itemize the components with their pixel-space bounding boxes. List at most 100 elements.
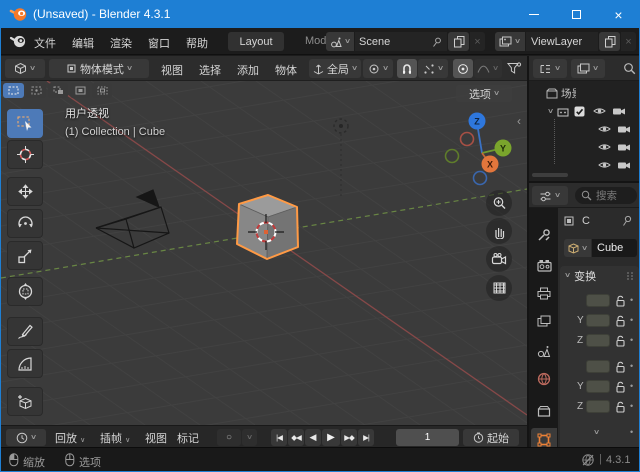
tool-cursor[interactable] [7,140,43,169]
tab-tool[interactable] [531,223,557,247]
value-slider[interactable] [586,380,610,393]
lock-icon[interactable] [615,334,626,347]
hide-eye-icon[interactable] [598,124,611,134]
outliner-row-object-1[interactable] [529,121,640,137]
playback-menu[interactable]: 回放 ∨ [55,430,85,446]
object-name-field[interactable]: Cube [592,239,637,257]
hide-eye-icon[interactable] [598,142,611,152]
outliner-row-object-2[interactable] [529,139,640,155]
animate-dot[interactable]: • [630,402,633,411]
tool-annotate[interactable] [7,317,43,346]
animate-dot[interactable]: • [630,382,633,391]
zoom-view-button[interactable] [486,190,512,216]
outliner-display-mode-button[interactable]: ∨ [571,59,605,78]
gizmo-axis-neg-z[interactable] [474,172,487,185]
proportional-edit-toggle[interactable] [453,59,473,78]
select-mode-extend[interactable] [26,83,46,98]
select-mode-intersect[interactable] [92,83,112,98]
current-frame-field[interactable]: 1 [396,429,459,446]
network-offline-icon[interactable] [581,453,595,467]
next-keyframe-button[interactable]: ▶◆ [341,429,357,446]
tab-render[interactable] [531,253,557,277]
tool-measure[interactable] [7,349,43,378]
hide-eye-icon[interactable] [598,160,611,170]
render-camera-icon[interactable] [617,142,631,152]
pivot-dropdown[interactable]: ∨ [363,59,393,78]
viewlayer-new-button[interactable] [599,32,620,51]
panel-drag-dots-icon[interactable] [626,271,634,281]
menu-help[interactable]: 帮助 [186,35,208,51]
lock-icon[interactable] [615,380,626,393]
menu-render[interactable]: 渲染 [110,35,132,51]
toggle-ortho-button[interactable] [486,275,512,301]
animate-dot[interactable]: • [630,428,633,437]
select-mode-subtract[interactable] [48,83,68,98]
camera-object[interactable] [96,190,169,248]
transform-panel-header[interactable]: ∨ 变换 [560,266,639,285]
animate-dot[interactable]: • [630,316,633,325]
render-camera-icon[interactable] [617,160,631,170]
tool-transform[interactable] [7,277,43,306]
autokey-settings-dropdown[interactable]: ∨ [242,429,257,446]
scene-unlink-button[interactable]: × [470,32,485,51]
tab-collection[interactable] [531,399,557,423]
tool-move[interactable] [7,177,43,206]
menu-select[interactable]: 选择 [199,62,221,78]
cube-object[interactable] [237,195,298,259]
tab-world[interactable] [531,367,557,391]
hide-eye-icon[interactable] [593,106,606,116]
scene-type-dropdown[interactable]: ∨ [326,32,354,51]
maximize-button[interactable] [555,1,598,28]
navigation-gizmo[interactable]: Z Y X [438,107,516,189]
camera-view-button[interactable] [486,246,512,272]
pin-id-icon[interactable] [622,215,633,227]
value-slider[interactable] [586,360,610,373]
viewport-options-button[interactable]: 选项 ∨ [456,85,512,102]
gizmo-axis-neg-y[interactable] [446,150,459,163]
tool-rotate[interactable] [7,209,43,238]
menu-add[interactable]: 添加 [237,62,259,78]
render-camera-icon[interactable] [617,124,631,134]
lock-icon[interactable] [615,360,626,373]
value-slider[interactable] [586,314,610,327]
render-camera-icon[interactable] [612,106,626,116]
lock-icon[interactable] [615,314,626,327]
falloff-dropdown[interactable]: ∨ [474,59,502,78]
jump-to-start-button[interactable]: |◀ [271,429,287,446]
value-slider[interactable] [586,294,610,307]
collection-checkbox[interactable] [574,106,585,117]
select-mode-new[interactable] [3,83,24,98]
lock-icon[interactable] [615,294,626,307]
gizmo-axis-z[interactable]: Z [469,113,486,130]
timeline-view-menu[interactable]: 视图 [145,430,167,446]
markers-menu[interactable]: 标记 [177,430,199,446]
pan-view-button[interactable] [486,218,512,244]
lock-icon[interactable] [615,400,626,413]
scene-name-field[interactable]: Scene [355,32,447,51]
outliner-row-object-3[interactable] [529,157,640,173]
outliner-editor-type-button[interactable]: ∨ [533,59,567,78]
workspace-tab-layout[interactable]: Layout [228,32,284,51]
mode-dropdown[interactable]: 物体模式 ∨ [49,59,149,78]
editor-type-button[interactable]: ∨ [5,59,45,78]
keying-menu[interactable]: 插帧 ∨ [100,430,130,446]
filter-visibility-icon[interactable] [506,61,522,76]
viewlayer-name-field[interactable]: ViewLayer [526,32,598,51]
outliner-search-icon[interactable] [623,62,636,75]
light-object[interactable] [334,119,348,199]
minimize-button[interactable] [512,1,555,28]
menu-window[interactable]: 窗口 [148,35,170,51]
pin-icon[interactable] [431,36,443,48]
animate-dot[interactable]: • [630,336,633,345]
menu-file[interactable]: 文件 [34,35,56,51]
expand-icon[interactable]: ∨ [547,108,554,115]
region-collapse-arrow[interactable]: ‹ [517,114,521,128]
menu-edit[interactable]: 编辑 [72,35,94,51]
transform-row-more[interactable]: ∨ • [560,426,639,441]
animate-dot[interactable]: • [630,296,633,305]
outliner-row-collection[interactable]: ∨ [529,103,640,119]
tab-view-layer[interactable] [531,309,557,333]
play-button[interactable]: ▶ [322,429,340,446]
snap-settings-dropdown[interactable]: ∨ [418,59,448,78]
properties-search-field[interactable]: 搜索 [575,187,637,204]
